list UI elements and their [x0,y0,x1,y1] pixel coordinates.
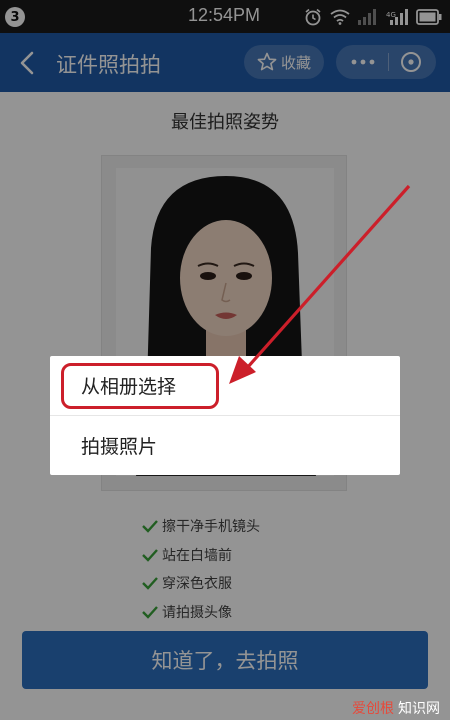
watermark-part-1: 爱创根 [352,701,394,717]
watermark-part-2: 知识网 [398,701,440,717]
watermark: 爱创根 知识网 [352,698,440,718]
annotation-arrow [229,184,411,384]
